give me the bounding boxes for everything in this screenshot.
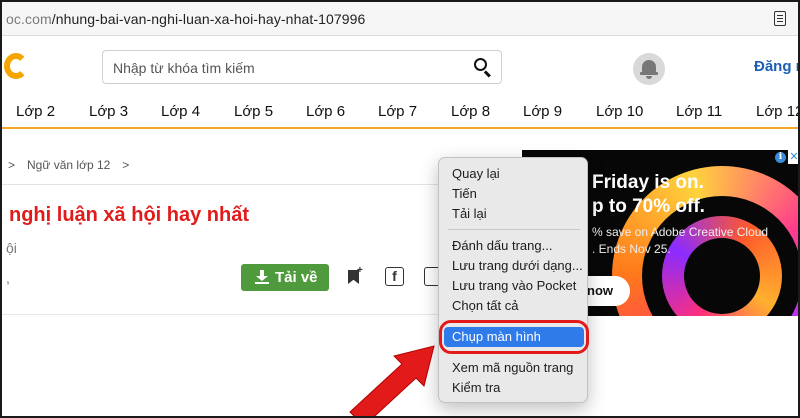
grade-tab[interactable]: Lớp 8 bbox=[451, 103, 490, 120]
context-menu: Quay lại Tiến Tải lại Đánh dấu trang... … bbox=[438, 157, 588, 403]
breadcrumb: > Ngữ văn lớp 12 > bbox=[8, 158, 129, 172]
grade-tab[interactable]: Lớp 5 bbox=[234, 103, 273, 120]
browser-url-bar[interactable]: oc.com/nhung-bai-van-nghi-luan-xa-hoi-ha… bbox=[2, 2, 798, 36]
screenshot-frame: oc.com/nhung-bai-van-nghi-luan-xa-hoi-ha… bbox=[0, 0, 800, 418]
breadcrumb-separator: > bbox=[122, 158, 130, 172]
zalo-icon[interactable] bbox=[424, 267, 438, 286]
download-button[interactable]: Tải về bbox=[241, 264, 329, 291]
menu-item-back[interactable]: Quay lại bbox=[452, 166, 500, 181]
grade-tab[interactable]: Lớp 10 bbox=[596, 103, 643, 120]
url-path: /nhung-bai-van-nghi-luan-xa-hoi-hay-nhat… bbox=[51, 11, 366, 27]
download-label: Tải về bbox=[275, 269, 318, 286]
bookmark-add-icon[interactable]: + bbox=[348, 266, 363, 285]
highlight-ring-annotation bbox=[439, 320, 589, 354]
red-arrow-annotation bbox=[349, 345, 435, 416]
grade-tab[interactable]: Lớp 4 bbox=[161, 103, 200, 120]
grade-tab[interactable]: Lớp 3 bbox=[89, 103, 128, 120]
ad-headline: p to 70% off. bbox=[592, 196, 705, 217]
grade-tab[interactable]: Lớp 12 bbox=[756, 103, 798, 120]
facebook-icon[interactable]: f bbox=[385, 267, 404, 286]
grade-tab[interactable]: Lớp 11 bbox=[676, 103, 722, 120]
login-link[interactable]: Đăng n bbox=[754, 58, 798, 75]
url-domain: oc.com bbox=[6, 11, 52, 27]
menu-item-select-all[interactable]: Chọn tất cả bbox=[452, 298, 519, 313]
grade-tab[interactable]: Lớp 7 bbox=[378, 103, 417, 120]
menu-item-forward[interactable]: Tiến bbox=[452, 186, 477, 201]
grade-tab[interactable]: Lớp 2 bbox=[16, 103, 55, 120]
url-text[interactable]: oc.com/nhung-bai-van-nghi-luan-xa-hoi-ha… bbox=[6, 11, 365, 27]
reader-mode-icon[interactable] bbox=[774, 11, 786, 26]
article-title: nghị luận xã hội hay nhất bbox=[9, 204, 250, 226]
ad-body: . Ends Nov 25. bbox=[592, 242, 671, 256]
article-subtitle: ội bbox=[6, 240, 17, 256]
site-logo-icon[interactable] bbox=[4, 53, 28, 79]
site-header: Nhập từ khóa tìm kiếm Đăng n bbox=[2, 37, 798, 95]
menu-item-reload[interactable]: Tải lại bbox=[452, 206, 487, 221]
ad-close-icon[interactable]: ✕ bbox=[788, 150, 798, 164]
menu-item-bookmark[interactable]: Đánh dấu trang... bbox=[452, 238, 552, 253]
grade-nav: Lớp 2 Lớp 3 Lớp 4 Lớp 5 Lớp 6 Lớp 7 Lớp … bbox=[2, 95, 798, 129]
search-icon[interactable] bbox=[473, 57, 493, 78]
divider bbox=[2, 314, 438, 315]
menu-item-save-to-pocket[interactable]: Lưu trang vào Pocket bbox=[452, 278, 576, 293]
divider bbox=[2, 184, 438, 185]
menu-item-inspect[interactable]: Kiểm tra bbox=[452, 380, 500, 395]
menu-item-view-source[interactable]: Xem mã nguồn trang bbox=[452, 360, 573, 375]
breadcrumb-separator: > bbox=[8, 158, 16, 172]
grade-tab[interactable]: Lớp 9 bbox=[523, 103, 562, 120]
menu-item-save-page-as[interactable]: Lưu trang dưới dạng... bbox=[452, 258, 583, 273]
search-box[interactable]: Nhập từ khóa tìm kiếm bbox=[102, 50, 502, 84]
ad-body: % save on Adobe Creative Cloud bbox=[592, 225, 769, 239]
download-icon bbox=[255, 270, 269, 284]
grade-tab[interactable]: Lớp 6 bbox=[306, 103, 345, 120]
ad-info-icon[interactable]: i bbox=[775, 152, 786, 163]
menu-separator bbox=[448, 229, 580, 230]
search-input[interactable]: Nhập từ khóa tìm kiếm bbox=[113, 60, 255, 76]
breadcrumb-item[interactable]: Ngữ văn lớp 12 bbox=[27, 158, 110, 172]
article-meta: , bbox=[6, 270, 10, 286]
notification-bell-icon[interactable] bbox=[633, 53, 665, 85]
ad-headline: Friday is on. bbox=[592, 172, 704, 193]
